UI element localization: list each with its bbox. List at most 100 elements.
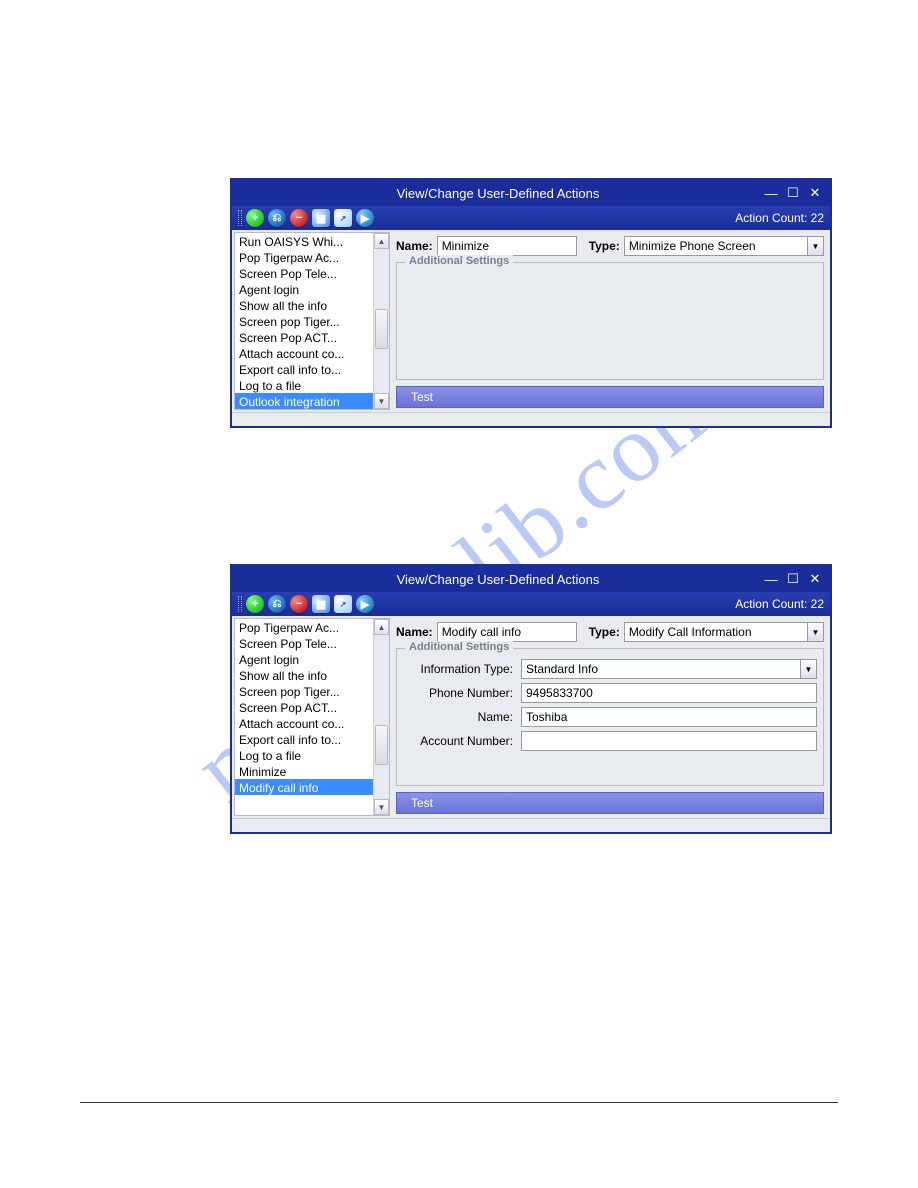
save-icon[interactable]: ▦ <box>312 595 330 613</box>
acct-input[interactable] <box>521 731 817 751</box>
add-icon[interactable]: + <box>246 595 264 613</box>
scrollbar[interactable]: ▲ ▼ <box>373 619 389 815</box>
scroll-track[interactable] <box>374 249 389 393</box>
list-item[interactable]: Screen pop Tiger... <box>235 683 373 699</box>
list-item[interactable]: Log to a file <box>235 377 373 393</box>
name-label: Name: <box>396 625 433 639</box>
play-icon[interactable]: ▶ <box>356 595 374 613</box>
scroll-down-button[interactable]: ▼ <box>374 799 389 815</box>
info-type-value: Standard Info <box>522 662 800 676</box>
phone-input[interactable] <box>521 683 817 703</box>
details-pane: Name: Type: Modify Call Information ▼ Ad… <box>392 618 828 816</box>
list-item[interactable]: Minimize <box>235 763 373 779</box>
list-item[interactable]: Screen pop Tiger... <box>235 313 373 329</box>
play-icon[interactable]: ▶ <box>356 209 374 227</box>
list-item[interactable]: Attach account co... <box>235 345 373 361</box>
toolbar-grip[interactable] <box>238 596 242 612</box>
list-item[interactable]: Outlook integration <box>235 393 373 409</box>
window-title: View/Change User-Defined Actions <box>238 186 758 201</box>
scroll-thumb[interactable] <box>375 725 388 765</box>
test-button[interactable]: Test <box>396 792 824 814</box>
list-item[interactable]: Export call info to... <box>235 361 373 377</box>
dropdown-arrow-icon[interactable]: ▼ <box>800 660 816 678</box>
copy-icon[interactable]: ⎌ <box>268 595 286 613</box>
acct-label: Account Number: <box>403 734 513 748</box>
dropdown-arrow-icon[interactable]: ▼ <box>807 623 823 641</box>
list-item[interactable]: Pop Tigerpaw Ac... <box>235 249 373 265</box>
add-icon[interactable]: + <box>246 209 264 227</box>
type-dropdown[interactable]: Modify Call Information ▼ <box>624 622 824 642</box>
action-count-label: Action Count: 22 <box>735 211 824 225</box>
test-button[interactable]: Test <box>396 386 824 408</box>
export-icon[interactable]: ↗ <box>334 209 352 227</box>
window-actions-1: View/Change User-Defined Actions — ☐ ✕ +… <box>230 178 832 428</box>
phone-label: Phone Number: <box>403 686 513 700</box>
minimize-button[interactable]: — <box>762 186 780 200</box>
type-value: Modify Call Information <box>625 625 807 639</box>
maximize-button[interactable]: ☐ <box>784 186 802 200</box>
scroll-up-button[interactable]: ▲ <box>374 233 389 249</box>
scroll-up-button[interactable]: ▲ <box>374 619 389 635</box>
action-list-pane: Pop Tigerpaw Ac...Screen Pop Tele...Agen… <box>234 618 390 816</box>
list-item[interactable]: Screen Pop Tele... <box>235 265 373 281</box>
close-button[interactable]: ✕ <box>806 572 824 586</box>
name-input[interactable] <box>437 622 577 642</box>
additional-settings-legend: Additional Settings <box>405 641 513 653</box>
list-item[interactable]: Show all the info <box>235 667 373 683</box>
scroll-down-button[interactable]: ▼ <box>374 393 389 409</box>
titlebar[interactable]: View/Change User-Defined Actions — ☐ ✕ <box>232 566 830 592</box>
list-item[interactable]: Screen Pop ACT... <box>235 699 373 715</box>
maximize-button[interactable]: ☐ <box>784 572 802 586</box>
delete-icon[interactable]: − <box>290 209 308 227</box>
minimize-button[interactable]: — <box>762 572 780 586</box>
additional-settings-legend: Additional Settings <box>405 255 513 267</box>
info-type-dropdown[interactable]: Standard Info ▼ <box>521 659 817 679</box>
list-item[interactable]: Pop Tigerpaw Ac... <box>235 619 373 635</box>
list-item[interactable]: Agent login <box>235 281 373 297</box>
scrollbar[interactable]: ▲ ▼ <box>373 233 389 409</box>
additional-settings-group: Additional Settings <box>396 262 824 380</box>
toolbar-grip[interactable] <box>238 210 242 226</box>
action-listbox[interactable]: Pop Tigerpaw Ac...Screen Pop Tele...Agen… <box>235 619 373 815</box>
details-pane: Name: Type: Minimize Phone Screen ▼ Addi… <box>392 232 828 410</box>
action-count-label: Action Count: 22 <box>735 597 824 611</box>
footer-bar <box>232 818 830 832</box>
scroll-track[interactable] <box>374 635 389 799</box>
list-item[interactable]: Export call info to... <box>235 731 373 747</box>
name-input[interactable] <box>437 236 577 256</box>
name2-input[interactable] <box>521 707 817 727</box>
window-actions-2: View/Change User-Defined Actions — ☐ ✕ +… <box>230 564 832 834</box>
name-type-row: Name: Type: Minimize Phone Screen ▼ <box>392 232 828 256</box>
scroll-thumb[interactable] <box>375 309 388 349</box>
window-title: View/Change User-Defined Actions <box>238 572 758 587</box>
copy-icon[interactable]: ⎌ <box>268 209 286 227</box>
delete-icon[interactable]: − <box>290 595 308 613</box>
close-button[interactable]: ✕ <box>806 186 824 200</box>
type-label: Type: <box>589 239 620 253</box>
toolbar: + ⎌ − ▦ ↗ ▶ Action Count: 22 <box>232 592 830 616</box>
list-item[interactable]: Agent login <box>235 651 373 667</box>
dropdown-arrow-icon[interactable]: ▼ <box>807 237 823 255</box>
list-item[interactable]: Show all the info <box>235 297 373 313</box>
list-item[interactable]: Run OAISYS Whi... <box>235 233 373 249</box>
list-item[interactable]: Attach account co... <box>235 715 373 731</box>
toolbar: + ⎌ − ▦ ↗ ▶ Action Count: 22 <box>232 206 830 230</box>
client-area: Run OAISYS Whi...Pop Tigerpaw Ac...Scree… <box>232 230 830 412</box>
list-item[interactable]: Log to a file <box>235 747 373 763</box>
document-divider <box>80 1102 838 1103</box>
type-label: Type: <box>589 625 620 639</box>
action-list-pane: Run OAISYS Whi...Pop Tigerpaw Ac...Scree… <box>234 232 390 410</box>
export-icon[interactable]: ↗ <box>334 595 352 613</box>
list-item[interactable]: Screen Pop ACT... <box>235 329 373 345</box>
titlebar[interactable]: View/Change User-Defined Actions — ☐ ✕ <box>232 180 830 206</box>
list-item[interactable]: Screen Pop Tele... <box>235 635 373 651</box>
info-type-label: Information Type: <box>403 662 513 676</box>
additional-settings-group: Additional Settings Information Type: St… <box>396 648 824 786</box>
footer-bar <box>232 412 830 426</box>
save-icon[interactable]: ▦ <box>312 209 330 227</box>
action-listbox[interactable]: Run OAISYS Whi...Pop Tigerpaw Ac...Scree… <box>235 233 373 409</box>
name2-label: Name: <box>403 710 513 724</box>
type-dropdown[interactable]: Minimize Phone Screen ▼ <box>624 236 824 256</box>
list-item[interactable]: Modify call info <box>235 779 373 795</box>
name-type-row: Name: Type: Modify Call Information ▼ <box>392 618 828 642</box>
